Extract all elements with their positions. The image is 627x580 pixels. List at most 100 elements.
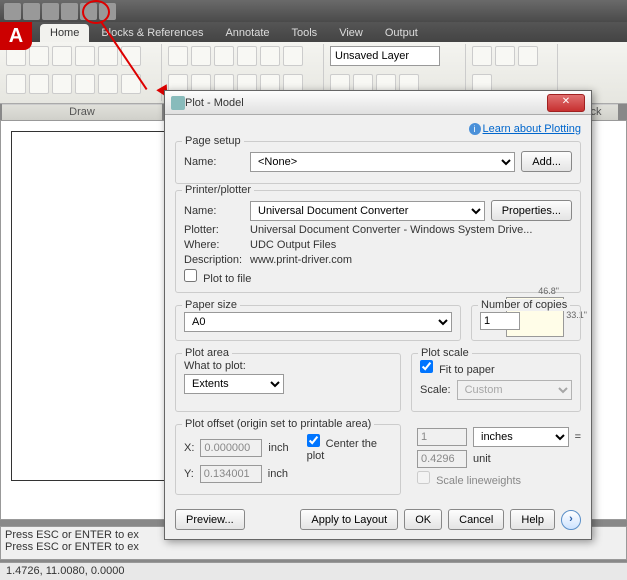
plot-scale-legend: Plot scale <box>418 347 472 359</box>
qat-redo-icon[interactable] <box>99 3 116 20</box>
paper-size-combo[interactable]: A0 <box>184 312 452 332</box>
trim-icon[interactable] <box>237 46 257 66</box>
polyline-icon[interactable] <box>29 46 49 66</box>
tab-tools[interactable]: Tools <box>282 24 328 42</box>
point-icon[interactable] <box>52 74 72 94</box>
arc-icon[interactable] <box>75 46 95 66</box>
hatch-icon[interactable] <box>6 74 26 94</box>
tab-annotate[interactable]: Annotate <box>215 24 279 42</box>
printer-properties-button[interactable]: Properties... <box>491 200 572 221</box>
x-unit: inch <box>268 442 288 454</box>
rotate-icon[interactable] <box>214 46 234 66</box>
where-label: Where: <box>184 239 244 251</box>
leader-icon[interactable] <box>518 46 538 66</box>
scale-unit1-input <box>417 428 467 446</box>
cmd-line-2: Press ESC or ENTER to ex <box>5 541 622 553</box>
y-input[interactable] <box>200 465 262 483</box>
y-label: Y: <box>184 468 194 480</box>
dialog-button-row: Preview... Apply to Layout OK Cancel Hel… <box>175 509 581 530</box>
fillet-icon[interactable] <box>283 46 303 66</box>
close-button[interactable]: ✕ <box>547 94 585 112</box>
scale-lineweights-checkbox[interactable]: Scale lineweights <box>417 475 521 487</box>
qat-save-icon[interactable] <box>42 3 59 20</box>
y-unit: inch <box>268 468 288 480</box>
scale-unit-combo[interactable]: inches <box>473 427 569 447</box>
dialog-icon <box>171 96 185 110</box>
qat-new-icon[interactable] <box>4 3 21 20</box>
printer-group: Printer/plotter Name: Universal Document… <box>175 190 581 293</box>
page-setup-name-label: Name: <box>184 156 244 168</box>
unit2-label: unit <box>473 453 491 465</box>
ribbon-panel-draw <box>2 44 162 101</box>
plot-offset-legend: Plot offset (origin set to printable are… <box>182 418 374 430</box>
app-logo[interactable]: A <box>0 22 32 50</box>
preview-button[interactable]: Preview... <box>175 509 245 530</box>
paper-size-group: Paper size A0 <box>175 305 461 341</box>
copies-group: Number of copies <box>471 305 581 341</box>
what-to-plot-combo[interactable]: Extents <box>184 374 284 394</box>
ribbon-tabs: Home Blocks & References Annotate Tools … <box>0 22 627 42</box>
rect-icon[interactable] <box>98 46 118 66</box>
dialog-body: i Learn about Plotting Page setup Name: … <box>165 115 591 538</box>
plot-offset-group: Plot offset (origin set to printable are… <box>175 424 401 495</box>
table-icon[interactable] <box>98 74 118 94</box>
dialog-titlebar[interactable]: Plot - Model ✕ <box>165 91 591 115</box>
plot-area-group: Plot area What to plot: Extents <box>175 353 401 412</box>
printer-legend: Printer/plotter <box>182 184 254 196</box>
where-value: UDC Output Files <box>250 239 572 251</box>
panel-label-draw: Draw <box>2 104 162 120</box>
expand-button[interactable]: › <box>561 510 581 530</box>
circle-icon[interactable] <box>52 46 72 66</box>
qat-print-icon[interactable] <box>61 3 78 20</box>
description-value: www.print-driver.com <box>250 254 572 266</box>
learn-plotting-link[interactable]: Learn about Plotting <box>483 123 581 135</box>
fit-to-paper-checkbox[interactable]: Fit to paper <box>420 364 495 376</box>
plot-scale-group: Plot scale Fit to paper Scale: Custom <box>411 353 581 412</box>
apply-layout-button[interactable]: Apply to Layout <box>300 509 398 530</box>
paper-size-legend: Paper size <box>182 299 240 311</box>
scale-unit2-input <box>417 450 467 468</box>
tab-home[interactable]: Home <box>40 24 89 42</box>
page-setup-legend: Page setup <box>182 135 244 147</box>
x-input[interactable] <box>200 439 262 457</box>
plot-area-legend: Plot area <box>182 347 232 359</box>
plotter-label: Plotter: <box>184 224 244 236</box>
page-setup-group: Page setup Name: <None> Add... <box>175 141 581 184</box>
tab-output[interactable]: Output <box>375 24 428 42</box>
mirror-icon[interactable] <box>260 46 280 66</box>
plot-to-file-checkbox[interactable]: Plot to file <box>184 269 251 285</box>
dim-icon[interactable] <box>495 46 515 66</box>
what-to-plot-label: What to plot: <box>184 360 392 372</box>
cancel-button[interactable]: Cancel <box>448 509 504 530</box>
printer-name-label: Name: <box>184 205 244 217</box>
description-label: Description: <box>184 254 244 266</box>
page-setup-name-combo[interactable]: <None> <box>250 152 515 172</box>
x-label: X: <box>184 442 194 454</box>
scale-combo: Custom <box>457 380 572 400</box>
scale-label: Scale: <box>420 384 451 396</box>
plot-dialog: Plot - Model ✕ i Learn about Plotting Pa… <box>164 90 592 540</box>
copy-icon[interactable] <box>191 46 211 66</box>
equals-label: = <box>575 431 581 443</box>
add-page-setup-button[interactable]: Add... <box>521 151 572 172</box>
tab-view[interactable]: View <box>329 24 373 42</box>
printer-name-combo[interactable]: Universal Document Converter <box>250 201 485 221</box>
center-plot-checkbox[interactable]: Center the plot <box>307 434 392 462</box>
status-bar: 1.4726, 11.0080, 0.0000 <box>0 562 627 580</box>
dialog-title: Plot - Model <box>185 97 547 109</box>
region-icon[interactable] <box>75 74 95 94</box>
layer-combo[interactable]: Unsaved Layer <box>330 46 440 66</box>
qat-undo-icon[interactable] <box>80 3 97 20</box>
plotter-value: Universal Document Converter - Windows S… <box>250 224 572 236</box>
text-a-icon[interactable] <box>472 46 492 66</box>
scale-units-area: inches = unit Scale lineweights <box>411 418 581 501</box>
help-button[interactable]: Help <box>510 509 555 530</box>
qat-open-icon[interactable] <box>23 3 40 20</box>
copies-legend: Number of copies <box>478 299 570 311</box>
info-icon: i <box>469 123 481 135</box>
move-icon[interactable] <box>168 46 188 66</box>
ok-button[interactable]: OK <box>404 509 442 530</box>
copies-input[interactable] <box>480 312 520 330</box>
quick-access-toolbar <box>0 0 627 22</box>
spline-icon[interactable] <box>29 74 49 94</box>
